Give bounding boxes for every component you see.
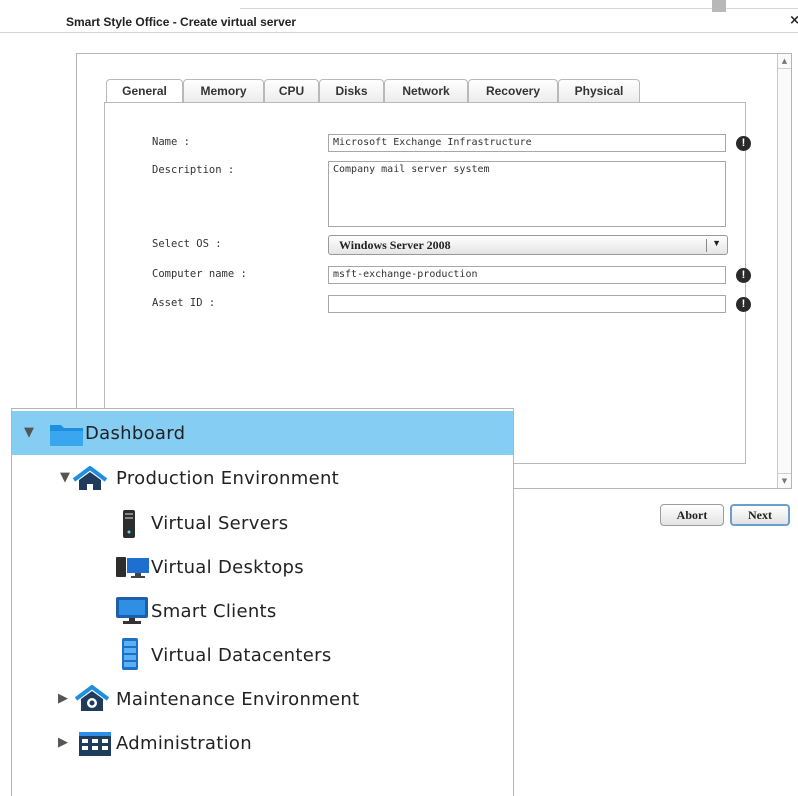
asset-id-input[interactable] xyxy=(328,295,726,313)
tree-item-maintenance-environment[interactable]: ▶ Maintenance Environment xyxy=(12,677,513,721)
os-select-value: Windows Server 2008 xyxy=(339,238,451,252)
name-label: Name : xyxy=(152,136,190,148)
select-os-label: Select OS : xyxy=(152,238,222,250)
chevron-down-icon: ▼ xyxy=(712,238,721,248)
tree-item-administration[interactable]: ▶ Administration xyxy=(12,721,513,765)
tree-item-label: Virtual Datacenters xyxy=(151,645,332,666)
computer-name-label: Computer name : xyxy=(152,268,247,280)
description-label: Description : xyxy=(152,164,235,176)
tree-item-label: Smart Clients xyxy=(151,601,277,622)
scroll-down-arrow-icon[interactable]: ▼ xyxy=(778,473,791,488)
datacenter-icon xyxy=(122,638,138,670)
admin-grid-icon xyxy=(79,732,111,756)
tree-item-label: Dashboard xyxy=(85,423,186,444)
collapsed-triangle-icon[interactable]: ▶ xyxy=(58,691,68,706)
monitor-icon xyxy=(116,597,148,624)
tree-item-label: Virtual Desktops xyxy=(151,557,304,578)
abort-button[interactable]: Abort xyxy=(660,504,724,526)
expanded-triangle-icon[interactable]: ▼ xyxy=(24,425,34,440)
tab-memory[interactable]: Memory xyxy=(183,79,264,102)
server-tower-icon xyxy=(123,510,135,538)
required-warning-icon: ! xyxy=(736,136,751,151)
vertical-scrollbar[interactable]: ▲ ▼ xyxy=(777,54,791,488)
collapsed-triangle-icon[interactable]: ▶ xyxy=(58,735,68,750)
tree-item-smart-clients[interactable]: Smart Clients xyxy=(12,589,513,633)
dialog-title: Smart Style Office - Create virtual serv… xyxy=(66,15,297,29)
tab-cpu[interactable]: CPU xyxy=(264,79,319,102)
expanded-triangle-icon[interactable]: ▼ xyxy=(60,470,70,485)
home-icon xyxy=(72,466,108,490)
description-textarea[interactable]: Company mail server system xyxy=(328,161,726,227)
tree-item-dashboard[interactable]: ▼ Dashboard xyxy=(12,411,513,455)
os-select[interactable]: Windows Server 2008 ▼ xyxy=(328,235,728,255)
tab-recovery[interactable]: Recovery xyxy=(468,79,558,102)
home-gear-icon xyxy=(74,685,110,711)
required-warning-icon: ! xyxy=(736,268,751,283)
asset-id-label: Asset ID : xyxy=(152,297,216,309)
scroll-up-arrow-icon[interactable]: ▲ xyxy=(778,54,791,69)
tree-item-label: Maintenance Environment xyxy=(116,689,360,710)
tree-item-label: Production Environment xyxy=(116,468,340,489)
dialog-title-bar: Smart Style Office - Create virtual serv… xyxy=(0,10,798,33)
tree-item-virtual-desktops[interactable]: Virtual Desktops xyxy=(12,545,513,589)
select-separator xyxy=(706,239,707,252)
tab-general[interactable]: General xyxy=(106,79,183,104)
tab-network[interactable]: Network xyxy=(384,79,468,102)
navigation-tree: ▼ Dashboard ▼ Production Environment Vir… xyxy=(11,408,514,796)
tab-disks[interactable]: Disks xyxy=(319,79,384,102)
name-input[interactable]: Microsoft Exchange Infrastructure xyxy=(328,134,726,152)
close-icon[interactable]: × xyxy=(789,13,798,28)
tree-item-label: Administration xyxy=(116,733,252,754)
required-warning-icon: ! xyxy=(736,297,751,312)
tree-item-production-environment[interactable]: ▼ Production Environment xyxy=(12,456,513,500)
tree-item-virtual-datacenters[interactable]: Virtual Datacenters xyxy=(12,633,513,677)
desktop-icon xyxy=(116,557,149,578)
computer-name-input[interactable]: msft-exchange-production xyxy=(328,266,726,284)
tree-item-label: Virtual Servers xyxy=(151,513,289,534)
next-button[interactable]: Next xyxy=(730,504,790,526)
folder-icon xyxy=(50,425,83,446)
tab-physical[interactable]: Physical xyxy=(558,79,640,102)
tree-item-virtual-servers[interactable]: Virtual Servers xyxy=(12,501,513,545)
